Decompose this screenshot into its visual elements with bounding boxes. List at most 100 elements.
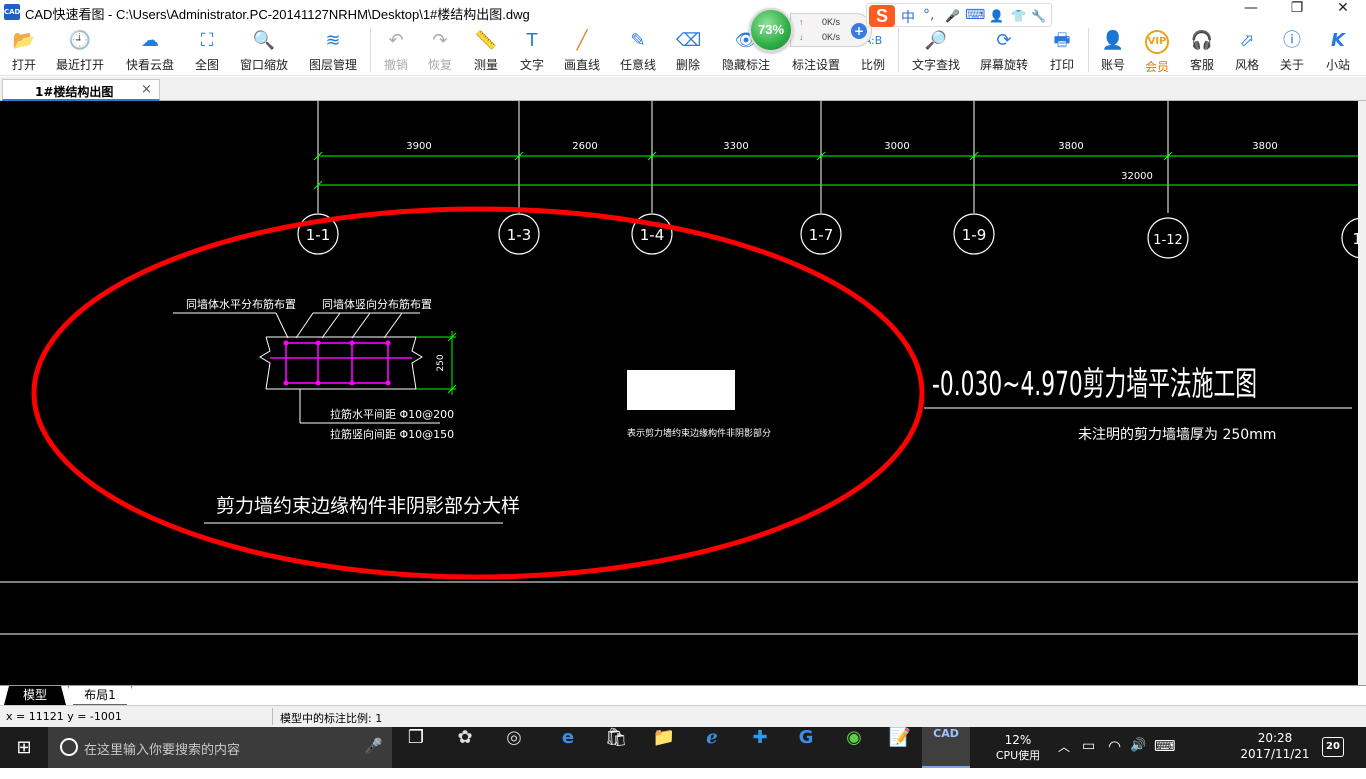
rebar-dot (283, 340, 289, 346)
up-arrow-icon: ↑ (799, 17, 804, 27)
measure-button[interactable]: 📏 测量 (466, 24, 506, 76)
ime-tools-icon[interactable]: 🔧 (1031, 9, 1046, 23)
cad-drawing: 3900 2600 3300 3000 3800 3800 32000 1-1 … (0, 101, 1366, 635)
red-annotation-ellipse (31, 206, 925, 580)
mini-site-button[interactable]: K 小站 (1318, 24, 1358, 76)
layer-manager-button[interactable]: ≋ 图层管理 (302, 24, 364, 76)
vip-button[interactable]: VIP 会员 (1138, 24, 1176, 76)
ime-chinese-mode[interactable]: 中 (901, 7, 915, 27)
delete-button[interactable]: ⌫ 删除 (668, 24, 708, 76)
minimize-button[interactable]: — (1228, 0, 1274, 24)
leader-line (295, 312, 314, 339)
full-view-button[interactable]: ⛶ 全图 (188, 24, 226, 76)
document-tab[interactable]: 1#楼结构出图 × (2, 79, 160, 101)
leader-lines (259, 312, 423, 390)
download-speed: ↓ 0K/s (799, 32, 840, 42)
line-icon: ╱ (576, 30, 588, 51)
ime-user-icon[interactable]: 👤 (989, 9, 1004, 23)
tab-layout1[interactable]: 布局1 (68, 686, 132, 705)
screen-rotate-button[interactable]: ⟳ 屏幕旋转 (974, 24, 1034, 76)
show-hidden-icons[interactable]: ︿ (1058, 738, 1070, 779)
task-view-icon[interactable]: ❐ (392, 727, 440, 768)
rebar-dots (283, 340, 391, 386)
cad-viewer-taskbar-icon[interactable]: CAD (922, 727, 970, 768)
microphone-icon[interactable]: 🎤 (364, 737, 383, 755)
vip-icon: VIP (1145, 30, 1169, 54)
file-explorer-icon[interactable]: 📁 (640, 727, 688, 768)
sogou-logo-icon[interactable]: S (869, 5, 895, 27)
text-search-button[interactable]: 🔎 文字查找 (904, 24, 968, 76)
battery-icon[interactable]: ▭ (1082, 738, 1095, 779)
annotation-scale: 模型中的标注比例: 1 (280, 712, 383, 725)
style-button[interactable]: ⬀ 风格 (1228, 24, 1266, 76)
rebar-outline (285, 342, 389, 384)
undo-button[interactable]: ↶ 撤销 (376, 24, 416, 76)
edge-member-detail: 同墙体水平分布筋布置 同墙体竖向分布筋布置 250 拉筋水平间距 Φ10@200… (173, 297, 457, 441)
detail-title: 剪力墙约束边缘构件非阴影部分大样 (216, 495, 520, 517)
detail-dim-label: 250 (436, 354, 446, 371)
memory-usage-ball[interactable]: 73% (749, 8, 793, 52)
tie-vertical-spacing: 拉筋竖向间距 Φ10@150 (330, 427, 454, 441)
open-button[interactable]: 📂 打开 (2, 24, 46, 76)
axis-label: 1-12 (1153, 233, 1183, 248)
history-icon: 🕘 (68, 30, 92, 51)
g-app-icon[interactable]: G (782, 727, 830, 768)
dimension-labels: 3900 2600 3300 3000 3800 3800 32000 (406, 141, 1277, 182)
ime-skin-icon[interactable]: 👕 (1011, 9, 1026, 23)
support-button[interactable]: 🎧 客服 (1182, 24, 1222, 76)
rebar-dot (315, 380, 321, 386)
cpu-monitor[interactable]: 12% CPU使用 (990, 727, 1046, 768)
ie-icon[interactable]: ℯ (688, 727, 736, 768)
cloud-disk-button[interactable]: ☁ 快看云盘 (120, 24, 180, 76)
network-speed-panel[interactable]: ↑ 0K/s ↓ 0K/s + (790, 13, 872, 47)
toolbar-separator (370, 28, 371, 72)
text-button[interactable]: T 文字 (512, 24, 552, 76)
toolbar-separator (1088, 28, 1089, 72)
vertical-scrollbar[interactable] (1358, 101, 1366, 685)
clock[interactable]: 20:28 2017/11/21 (1238, 727, 1312, 768)
zoom-icon: 🔍 (252, 30, 276, 51)
notepad-icon[interactable]: 📝 (876, 727, 924, 768)
printer-icon: 🖶 (1053, 30, 1071, 51)
plus-app-icon[interactable]: ✚ (736, 727, 784, 768)
freehand-line-button[interactable]: ✎ 任意线 (614, 24, 662, 76)
store-icon[interactable]: 🛍 (592, 727, 640, 768)
title-bar: CAD CAD快速看图 - C:\Users\Administrator.PC-… (0, 0, 1366, 24)
axis-label: 1-3 (507, 226, 532, 244)
account-button[interactable]: 👤 账号 (1094, 24, 1132, 76)
close-button[interactable]: ✕ (1320, 0, 1366, 24)
input-keyboard-icon[interactable]: ⌨ (1154, 737, 1176, 778)
maximize-button[interactable]: ❐ (1274, 0, 1320, 24)
vertical-rebar-label: 同墙体竖向分布筋布置 (322, 297, 432, 311)
print-button[interactable]: 🖶 打印 (1042, 24, 1082, 76)
notification-center-icon[interactable]: 20 (1322, 737, 1344, 757)
edge-icon[interactable]: e (544, 727, 592, 768)
sogou-ime-bar[interactable]: S 中 °, 🎤 ⌨ 👤 👕 🔧 (866, 3, 1052, 27)
undo-icon: ↶ (388, 30, 404, 51)
plan-title: -0.030~4.970剪力墙平法施工图 (932, 364, 1257, 403)
ime-keyboard-icon[interactable]: ⌨ (965, 7, 985, 23)
axis-label: 1-1 (306, 226, 331, 244)
close-tab-icon[interactable]: × (141, 82, 152, 97)
recent-button[interactable]: 🕘 最近打开 (50, 24, 110, 76)
upload-speed-value: 0K/s (822, 17, 841, 27)
ime-punctuation[interactable]: °, (923, 7, 934, 23)
drawing-canvas[interactable]: 3900 2600 3300 3000 3800 3800 32000 1-1 … (0, 101, 1366, 685)
redo-button[interactable]: ↷ 恢复 (420, 24, 460, 76)
about-button[interactable]: ⓘ 关于 (1272, 24, 1312, 76)
draw-line-button[interactable]: ╱ 画直线 (558, 24, 606, 76)
rebar-dot (283, 380, 289, 386)
wifi-icon[interactable]: ◠ (1108, 737, 1121, 778)
tab-model[interactable]: 模型 (4, 686, 66, 705)
pinwheel-app-icon[interactable]: ✿ (441, 727, 489, 768)
ime-mic-icon[interactable]: 🎤 (945, 9, 960, 23)
windows-start-icon[interactable]: ⊞ (0, 727, 48, 768)
volume-icon[interactable]: 🔊 (1130, 738, 1146, 779)
green-app-icon[interactable]: ◉ (830, 727, 878, 768)
window-zoom-button[interactable]: 🔍 窗口缩放 (234, 24, 294, 76)
taskbar-search-box[interactable]: 在这里输入你要搜索的内容 🎤 (48, 727, 392, 768)
accelerate-plus-icon[interactable]: + (851, 23, 867, 39)
rebar-dot (349, 380, 355, 386)
browser-360-icon[interactable]: ◎ (490, 727, 538, 768)
text-icon: T (526, 30, 538, 51)
